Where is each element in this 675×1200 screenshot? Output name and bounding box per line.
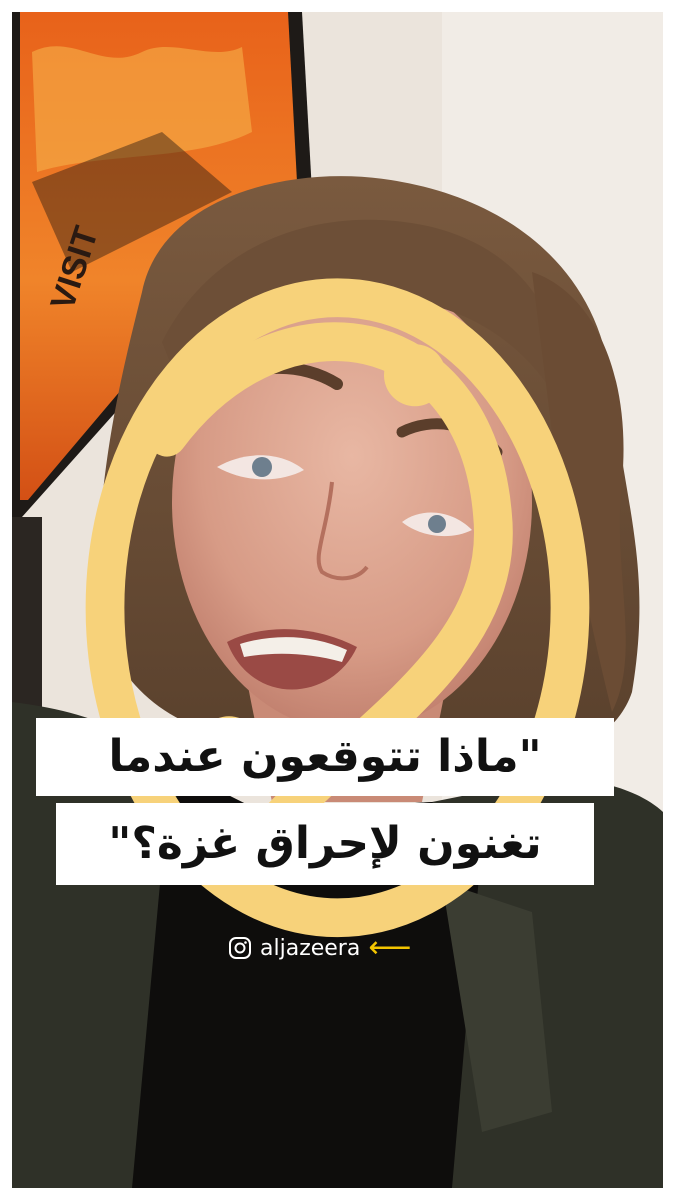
- frame: VISIT "ماذا تتوقعون عندما تغنون لإحراق غ…: [0, 0, 675, 1200]
- arrow-left-icon: ⟵: [368, 930, 412, 965]
- instagram-handle[interactable]: aljazeera: [260, 936, 360, 961]
- video-still: VISIT: [12, 12, 663, 1188]
- instagram-handle-row[interactable]: aljazeera ⟵: [228, 932, 411, 964]
- aljazeera-logo: [85, 278, 590, 938]
- instagram-icon: [229, 937, 251, 959]
- caption-line-2: تغنون لإحراق غزة؟": [56, 803, 594, 885]
- caption-line-1: "ماذا تتوقعون عندما: [36, 718, 614, 796]
